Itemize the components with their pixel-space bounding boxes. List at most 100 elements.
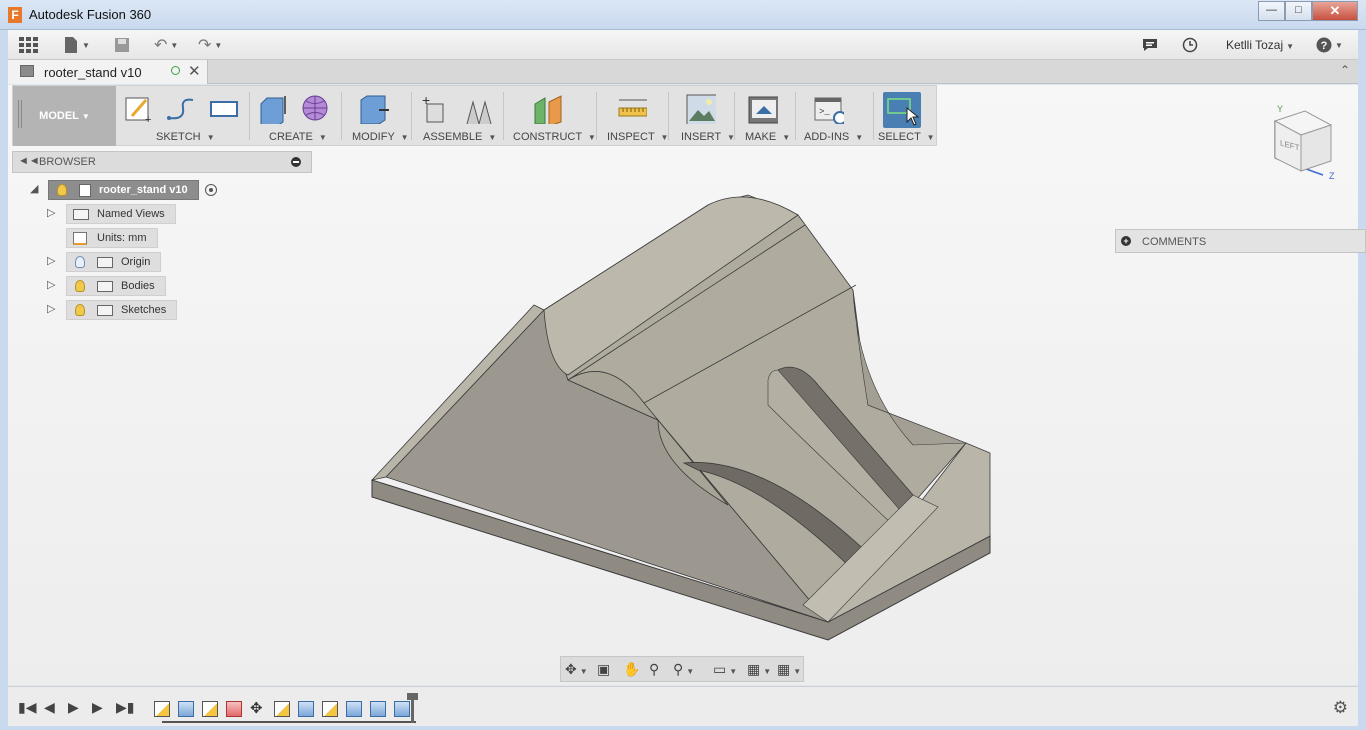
- orbit-icon[interactable]: ✥ ▼: [565, 661, 588, 677]
- timeline-sketch-feature[interactable]: [154, 701, 170, 717]
- timeline-extrude-feature[interactable]: [346, 701, 362, 717]
- play-icon[interactable]: ▶: [68, 699, 79, 716]
- add-comment-icon[interactable]: +: [1121, 236, 1131, 246]
- go-to-end-icon[interactable]: ▶▮: [116, 699, 134, 716]
- visibility-bulb-icon[interactable]: [57, 184, 67, 196]
- notifications-button[interactable]: [1142, 34, 1158, 56]
- expand-triangle-icon[interactable]: ▷: [47, 206, 55, 219]
- undo-button[interactable]: ↶ ▼: [154, 34, 178, 56]
- zoom-icon[interactable]: ⚲: [649, 661, 659, 677]
- timeline-extrude-feature[interactable]: [178, 701, 194, 717]
- timeline-body-feature[interactable]: [394, 701, 410, 717]
- workspace-switcher[interactable]: MODEL ▼: [13, 86, 116, 146]
- make-menu[interactable]: MAKE ▼: [745, 131, 790, 143]
- pan-hand-icon[interactable]: ✋: [623, 661, 640, 677]
- new-component-icon[interactable]: +: [419, 94, 449, 124]
- units-icon: [73, 231, 87, 245]
- chevron-up-icon[interactable]: ⌃: [1340, 63, 1350, 77]
- go-to-start-icon[interactable]: ▮◀: [18, 699, 36, 716]
- user-account-menu[interactable]: Ketlli Tozaj ▼: [1226, 38, 1294, 52]
- add-ins-menu[interactable]: ADD-INS ▼: [804, 131, 863, 143]
- close-window-button[interactable]: ✕: [1312, 1, 1358, 21]
- close-tab-icon[interactable]: ✕: [188, 62, 201, 80]
- extrude-icon[interactable]: [259, 94, 289, 124]
- measure-icon[interactable]: [617, 94, 647, 124]
- timeline-move-feature[interactable]: ✥: [250, 701, 266, 717]
- collapse-triangle-icon[interactable]: ◢: [30, 182, 38, 195]
- timeline-sketch-feature[interactable]: [202, 701, 218, 717]
- create-sketch-icon[interactable]: +: [124, 94, 154, 124]
- maximize-button[interactable]: □: [1285, 1, 1312, 21]
- tree-item-named-views[interactable]: ▷ Named Views: [47, 204, 176, 224]
- look-at-icon[interactable]: ▣: [597, 661, 610, 677]
- line-tool-icon[interactable]: [165, 94, 195, 124]
- browser-header[interactable]: ◄◄ BROWSER: [12, 151, 312, 173]
- job-status-button[interactable]: [1182, 34, 1198, 56]
- design-cube-icon: [20, 65, 34, 77]
- help-button[interactable]: ? ▼: [1316, 34, 1343, 56]
- timeline-track: [162, 721, 416, 723]
- activate-component-icon[interactable]: [204, 184, 217, 196]
- svg-text:?: ?: [1321, 40, 1328, 52]
- folder-icon: [97, 256, 113, 268]
- visibility-bulb-icon[interactable]: [75, 280, 85, 292]
- tree-item-units[interactable]: Units: mm: [66, 228, 158, 248]
- expand-triangle-icon[interactable]: ▷: [47, 302, 55, 315]
- folder-icon: [97, 304, 113, 316]
- visibility-bulb-icon[interactable]: [75, 256, 85, 268]
- scripts-addins-icon[interactable]: >_: [814, 94, 844, 124]
- gear-icon[interactable]: ⚙: [1333, 698, 1348, 718]
- viewports-icon[interactable]: ▦ ▼: [777, 661, 801, 677]
- tree-root-item[interactable]: ◢ rooter_stand v10: [30, 180, 217, 200]
- offset-plane-icon[interactable]: [533, 94, 563, 124]
- joint-icon[interactable]: [463, 94, 493, 124]
- minimize-button[interactable]: —: [1258, 1, 1285, 21]
- grid-settings-icon[interactable]: ▦ ▼: [747, 661, 771, 677]
- sketch-menu[interactable]: SKETCH ▼: [156, 131, 215, 143]
- step-back-icon[interactable]: ◀: [44, 699, 55, 716]
- visibility-bulb-icon[interactable]: [75, 304, 85, 316]
- select-menu[interactable]: SELECT ▼: [878, 131, 935, 143]
- viewport-canvas[interactable]: Y Z LEFT: [8, 85, 1358, 685]
- view-cube[interactable]: Y Z LEFT: [1263, 103, 1343, 181]
- tree-item-bodies[interactable]: ▷ Bodies: [47, 276, 166, 296]
- collapse-browser-icon[interactable]: ◄◄: [18, 155, 40, 167]
- timeline-body-feature[interactable]: [370, 701, 386, 717]
- construct-menu[interactable]: CONSTRUCT ▼: [513, 131, 596, 143]
- expand-triangle-icon[interactable]: ▷: [47, 278, 55, 291]
- fit-icon[interactable]: ⚲ ▼: [673, 661, 694, 677]
- tree-item-sketches[interactable]: ▷ Sketches: [47, 300, 178, 320]
- grip-handle[interactable]: [18, 100, 22, 128]
- save-button[interactable]: [114, 34, 130, 56]
- timeline-extrude-feature[interactable]: [298, 701, 314, 717]
- browser-title: BROWSER: [39, 156, 96, 168]
- select-tool-button[interactable]: [883, 92, 921, 128]
- modify-menu[interactable]: MODIFY ▼: [352, 131, 409, 143]
- display-settings-icon[interactable]: ▭ ▼: [713, 661, 737, 677]
- minimize-browser-icon[interactable]: [291, 157, 301, 167]
- window-border-bottom: [0, 726, 1366, 730]
- timeline-fillet-feature[interactable]: [226, 701, 242, 717]
- inspect-menu[interactable]: INSPECT ▼: [607, 131, 668, 143]
- step-forward-icon[interactable]: ▶: [92, 699, 103, 716]
- tree-item-origin[interactable]: ▷ Origin: [47, 252, 162, 272]
- comments-panel[interactable]: + COMMENTS: [1115, 229, 1366, 253]
- file-menu-button[interactable]: ▼: [63, 34, 90, 56]
- 3d-print-icon[interactable]: [748, 94, 778, 124]
- data-panel-button[interactable]: [18, 34, 38, 56]
- form-icon[interactable]: [301, 94, 331, 124]
- saved-status-icon: [171, 66, 180, 75]
- assemble-menu[interactable]: ASSEMBLE ▼: [423, 131, 496, 143]
- document-tab[interactable]: rooter_stand v10 ✕: [8, 60, 208, 84]
- expand-triangle-icon[interactable]: ▷: [47, 254, 55, 267]
- timeline-sketch-feature[interactable]: [274, 701, 290, 717]
- tree-item-label: Sketches: [121, 304, 167, 316]
- press-pull-icon[interactable]: [359, 94, 389, 124]
- rectangle-tool-icon[interactable]: [209, 94, 239, 124]
- insert-image-icon[interactable]: [686, 94, 716, 124]
- insert-menu[interactable]: INSERT ▼: [681, 131, 735, 143]
- create-menu[interactable]: CREATE ▼: [269, 131, 327, 143]
- timeline-marker[interactable]: [407, 693, 418, 723]
- timeline-sketch-feature[interactable]: [322, 701, 338, 717]
- redo-button[interactable]: ↷ ▼: [198, 34, 222, 56]
